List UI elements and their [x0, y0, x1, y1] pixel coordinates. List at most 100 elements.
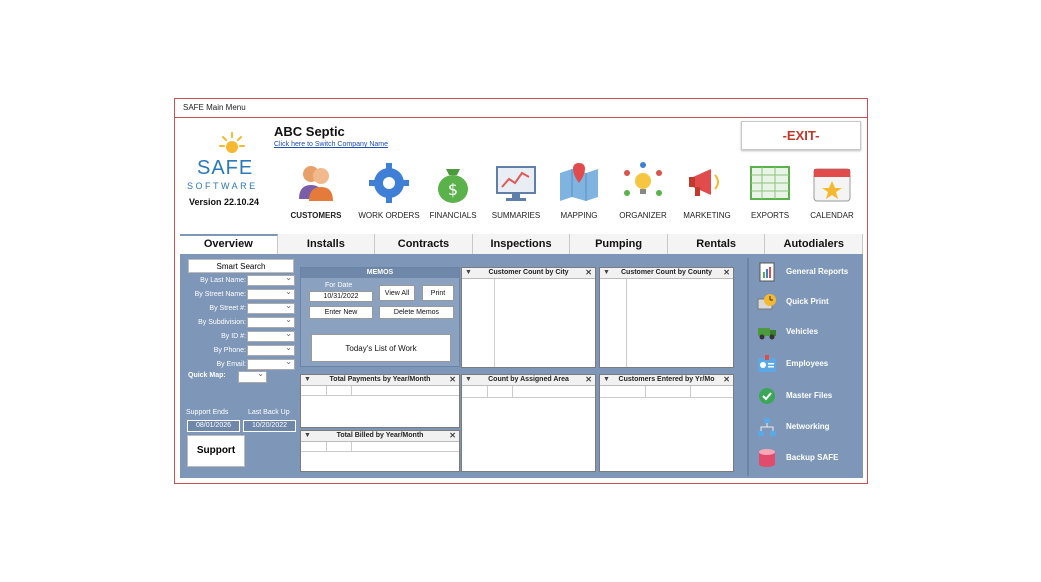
grid-line — [626, 279, 627, 367]
memo-date-field[interactable]: 10/31/2022 — [309, 291, 373, 302]
grid-line — [487, 386, 488, 397]
truck-icon — [758, 328, 776, 340]
logo-safe-text: SAFE — [197, 157, 254, 179]
exit-button[interactable]: -EXIT- — [741, 121, 861, 150]
tab-bar: Overview Installs Contracts Inspections … — [180, 234, 864, 254]
total-billed-header: ▼ Total Billed by Year/Month ✕ — [301, 431, 459, 442]
email-dropdown[interactable] — [247, 357, 295, 370]
total-billed-title: Total Billed by Year/Month — [336, 432, 424, 439]
grid-line — [494, 279, 495, 367]
tab-overview[interactable]: Overview — [180, 234, 278, 254]
search-row: By Subdivision: — [186, 315, 298, 329]
close-icon[interactable]: ✕ — [585, 375, 592, 384]
dashboard-icon — [496, 166, 536, 201]
collapse-icon[interactable]: ▼ — [603, 269, 610, 276]
employees-label: Employees — [786, 359, 829, 368]
customer-count-city-title: Customer Count by City — [488, 269, 569, 276]
nav-mapping-label: MAPPING — [560, 211, 598, 220]
close-icon[interactable]: ✕ — [585, 268, 592, 277]
last-name-dropdown[interactable] — [247, 273, 295, 286]
tab-contracts[interactable]: Contracts — [375, 234, 473, 254]
nav-summaries[interactable]: SUMMARIES — [484, 161, 548, 221]
spreadsheet-icon — [750, 166, 790, 200]
for-date-label: For Date — [325, 282, 353, 289]
switch-company-link[interactable]: Click here to Switch Company Name — [274, 141, 388, 148]
delete-memos-button[interactable]: Delete Memos — [379, 306, 454, 319]
smart-search-button[interactable]: Smart Search — [188, 259, 294, 273]
nav-exports[interactable]: EXPORTS — [738, 161, 802, 221]
nav-work-orders[interactable]: WORK ORDERS — [357, 161, 421, 221]
general-reports-item[interactable]: General Reports — [757, 262, 867, 284]
backup-safe-label: Backup SAFE — [786, 453, 839, 462]
tab-installs[interactable]: Installs — [277, 234, 376, 254]
nav-calendar-label: CALENDAR — [810, 211, 854, 220]
close-icon[interactable]: ✕ — [449, 431, 456, 440]
nav-mapping[interactable]: MAPPING — [547, 161, 611, 221]
street-name-dropdown[interactable] — [247, 287, 295, 300]
count-assigned-area-title: Count by Assigned Area — [488, 376, 569, 383]
nav-marketing-label: MARKETING — [683, 211, 731, 220]
nav-financials[interactable]: $ FINANCIALS — [421, 161, 485, 221]
grid-line — [351, 386, 352, 395]
customer-count-county-title: Customer Count by County — [621, 269, 712, 276]
search-label: By ID #: — [221, 333, 246, 340]
nav-financials-label: FINANCIALS — [429, 211, 477, 220]
close-icon[interactable]: ✕ — [723, 268, 730, 277]
print-button[interactable]: Print — [422, 285, 454, 301]
tab-pumping[interactable]: Pumping — [570, 234, 668, 254]
company-name: ABC Septic — [274, 124, 345, 139]
enter-new-button[interactable]: Enter New — [309, 306, 373, 319]
nav-customers[interactable]: CUSTOMERS — [284, 161, 348, 221]
master-files-item[interactable]: Master Files — [757, 386, 867, 408]
search-row: By Email: — [186, 357, 298, 371]
collapse-icon[interactable]: ▼ — [304, 432, 311, 439]
count-assigned-area-header: ▼ Count by Assigned Area ✕ — [462, 375, 595, 386]
networking-label: Networking — [786, 422, 830, 431]
search-label: By Street Name: — [194, 291, 246, 298]
collapse-icon[interactable]: ▼ — [465, 376, 472, 383]
master-files-label: Master Files — [786, 391, 833, 400]
collapse-icon[interactable]: ▼ — [465, 269, 472, 276]
grid-line — [600, 397, 733, 398]
grid-line — [351, 442, 352, 451]
collapse-icon[interactable]: ▼ — [304, 376, 311, 383]
backup-safe-item[interactable]: Backup SAFE — [757, 448, 867, 470]
collapse-icon[interactable]: ▼ — [603, 376, 610, 383]
employees-item[interactable]: Employees — [757, 354, 867, 376]
customers-entered-panel: ▼ Customers Entered by Yr/Mo ✕ — [599, 374, 734, 472]
networking-item[interactable]: Networking — [757, 417, 867, 439]
support-ends-label: Support Ends — [186, 409, 229, 416]
report-icon — [759, 262, 775, 282]
street-number-dropdown[interactable] — [247, 301, 295, 314]
vehicles-item[interactable]: Vehicles — [757, 322, 867, 344]
nav-calendar[interactable]: CALENDAR — [800, 161, 864, 221]
search-row: By Phone: — [186, 343, 298, 357]
nav-marketing[interactable]: MARKETING — [675, 161, 739, 221]
tab-rentals[interactable]: Rentals — [667, 234, 766, 254]
last-backup-value: 10/20/2022 — [243, 420, 296, 432]
phone-dropdown[interactable] — [247, 343, 295, 356]
view-all-button[interactable]: View All — [379, 285, 415, 301]
grid-line — [645, 386, 646, 397]
tab-autodialers[interactable]: Autodialers — [765, 234, 864, 254]
window-title: SAFE Main Menu — [175, 99, 867, 118]
subdivision-dropdown[interactable] — [247, 315, 295, 328]
todays-work-button[interactable]: Today's List of Work — [311, 334, 451, 362]
nav-organizer[interactable]: ORGANIZER — [611, 161, 675, 221]
close-icon[interactable]: ✕ — [723, 375, 730, 384]
quick-print-item[interactable]: Quick Print — [757, 292, 867, 314]
nav-customers-label: CUSTOMERS — [290, 211, 342, 220]
nav-exports-label: EXPORTS — [750, 211, 790, 220]
version-label: Version 22.10.24 — [189, 197, 260, 207]
clock-print-icon — [757, 294, 776, 310]
support-button[interactable]: Support — [187, 435, 245, 467]
search-label: By Last Name: — [200, 277, 246, 284]
right-menu: General Reports Quick Print Vehicles Emp… — [747, 258, 862, 476]
search-row: By Street Name: — [186, 287, 298, 301]
quick-map-dropdown[interactable] — [238, 369, 267, 383]
logo-software-text: SOFTWARE — [187, 181, 258, 191]
close-icon[interactable]: ✕ — [449, 375, 456, 384]
memos-panel: MEMOS For Date 10/31/2022 View All Print… — [300, 267, 460, 367]
id-dropdown[interactable] — [247, 329, 295, 342]
tab-inspections[interactable]: Inspections — [472, 234, 571, 254]
